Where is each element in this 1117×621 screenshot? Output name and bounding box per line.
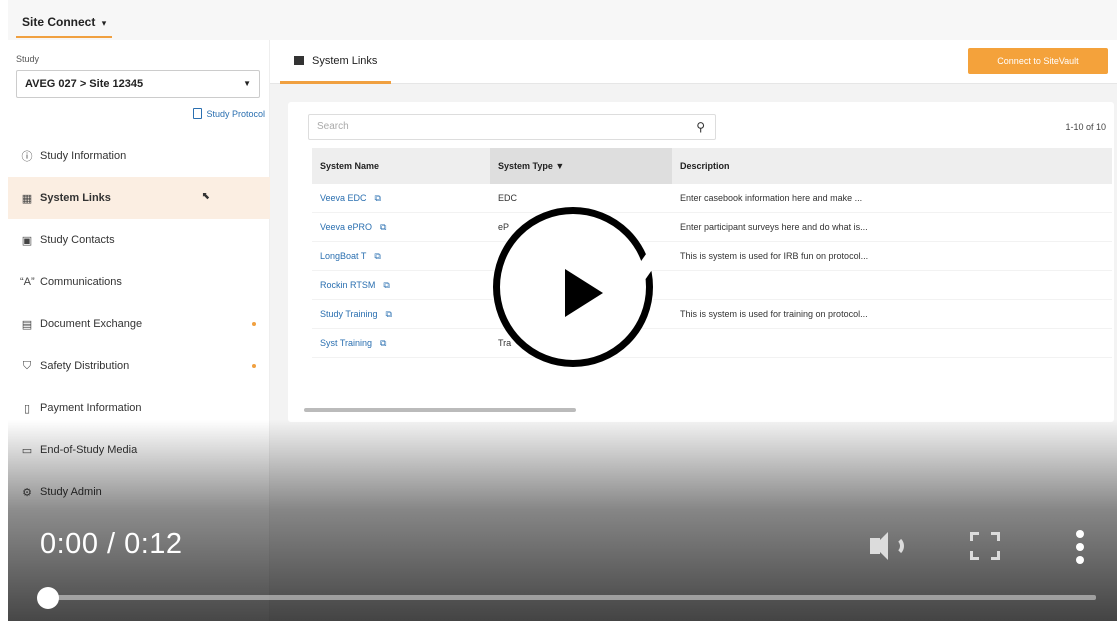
controls-gradient: [8, 420, 1117, 621]
sidebar-item-label: Communications: [40, 276, 122, 288]
description-cell: This is system is used for IRB fun on pr…: [680, 251, 869, 261]
speaker-cone: [874, 532, 888, 560]
fullscreen-corner: [991, 532, 1000, 541]
fullscreen-corner: [991, 551, 1000, 560]
tab-system-links[interactable]: System Links: [280, 40, 392, 84]
play-icon: [565, 269, 603, 317]
table-body: Veeva EDC ⧉ EDC Enter casebook information …: [312, 184, 1112, 358]
system-links-table: System Name System Type ▼ Description Ve…: [312, 148, 1112, 358]
fullscreen-icon[interactable]: [970, 532, 1000, 560]
system-name-link[interactable]: Study Training: [320, 309, 378, 319]
shield-icon: ⛉: [22, 359, 32, 372]
external-link-icon[interactable]: ⧉: [375, 193, 381, 203]
tab-bar: System Links Connect to SiteVault: [270, 40, 1117, 84]
search-icon[interactable]: ⚲: [696, 115, 705, 139]
more-options-icon[interactable]: [1074, 530, 1086, 564]
chevron-down-icon: ▾: [101, 18, 107, 28]
study-protocol-link[interactable]: Study Protocol: [193, 108, 265, 119]
sidebar-item-communications[interactable]: “A” Communications: [8, 261, 270, 303]
horizontal-scrollbar[interactable]: [304, 408, 576, 412]
document-icon: [193, 108, 203, 119]
fullscreen-corner: [970, 532, 979, 541]
system-name-cell: Syst Training ⧉: [312, 338, 490, 349]
description-cell: Enter participant surveys here and do wh…: [680, 222, 868, 232]
table-row: LongBoat T ⧉ This is system is used for IR…: [312, 242, 1112, 271]
sidebar-item-study-contacts[interactable]: ▣ Study Contacts: [8, 219, 270, 261]
site-connect-menu[interactable]: Site Connect ▾: [16, 8, 113, 38]
site-connect-label: Site Connect: [22, 15, 96, 29]
sidebar-item-safety-distribution[interactable]: ⛉ Safety Distribution: [8, 345, 270, 387]
system-name-cell: Rockin RTSM ⧉: [312, 280, 490, 291]
system-name-link[interactable]: Veeva ePRO: [320, 222, 372, 232]
system-name-cell: LongBoat T ⧉: [312, 251, 490, 262]
scrubber-handle[interactable]: [37, 587, 59, 609]
table-row: Veeva EDC ⧉ EDC Enter casebook information …: [312, 184, 1112, 213]
sidebar-item-system-links[interactable]: ▦ System Links ⬉: [8, 177, 270, 219]
table-row: Study Training ⧉ This is system is used fo…: [312, 300, 1112, 329]
column-header-system-name[interactable]: System Name: [312, 148, 490, 184]
sidebar-item-label: Study Information: [40, 150, 127, 162]
pagination-count: 1-10 of 10: [1065, 122, 1106, 132]
system-name-cell: Veeva EDC ⧉: [312, 193, 490, 204]
external-link-icon[interactable]: ⧉: [380, 338, 386, 348]
sidebar-item-label: Document Exchange: [40, 318, 143, 330]
cursor-icon: ⬉: [202, 191, 211, 202]
study-label: Study: [16, 54, 40, 64]
top-bar: Site Connect ▾: [8, 0, 1117, 40]
search-placeholder: Search: [317, 121, 349, 132]
external-link-icon[interactable]: ⧉: [374, 251, 380, 261]
progress-bar[interactable]: [48, 595, 1096, 600]
grid-icon: ▦: [21, 192, 33, 205]
menu-dot: [1076, 556, 1084, 564]
fullscreen-corner: [970, 551, 979, 560]
external-link-icon[interactable]: ⧉: [383, 280, 389, 290]
table-row: Syst Training ⧉ Tra: [312, 329, 1112, 358]
payment-icon: ▯: [23, 402, 31, 415]
system-links-panel: Search ⚲ 1-10 of 10 System Name System T…: [288, 102, 1114, 422]
table-header: System Name System Type ▼ Description: [312, 148, 1112, 184]
connect-to-sitevault-button[interactable]: Connect to SiteVault: [968, 48, 1108, 74]
system-name-link[interactable]: Syst Training: [320, 338, 372, 348]
notification-dot: [252, 322, 256, 326]
info-icon: ⓘ: [21, 151, 33, 163]
sound-wave: [890, 536, 904, 556]
time-display: 0:00 / 0:12: [40, 528, 183, 560]
system-name-cell: Study Training ⧉: [312, 309, 490, 320]
description-cell: This is system is used for training on p…: [680, 309, 868, 319]
sidebar-item-label: Payment Information: [40, 402, 142, 414]
table-row: Rockin RTSM ⧉: [312, 271, 1112, 300]
description-cell: Enter casebook information here and make…: [680, 193, 863, 203]
system-name-cell: Veeva ePRO ⧉: [312, 222, 490, 233]
external-link-icon[interactable]: ⧉: [386, 309, 392, 319]
sidebar-item-label: System Links: [40, 192, 111, 204]
study-protocol-label: Study Protocol: [206, 108, 265, 119]
menu-dot: [1076, 543, 1084, 551]
menu-dot: [1076, 530, 1084, 538]
external-link-icon[interactable]: ⧉: [380, 222, 386, 232]
system-name-link[interactable]: LongBoat T: [320, 251, 366, 261]
sidebar-item-study-information[interactable]: ⓘ Study Information: [8, 135, 270, 177]
notification-dot: [252, 364, 256, 368]
table-row: Veeva ePRO ⧉ eP Enter participant surveys h…: [312, 213, 1112, 242]
tab-label: System Links: [312, 54, 378, 67]
sidebar-item-document-exchange[interactable]: ▤ Document Exchange: [8, 303, 270, 345]
communications-icon: “A”: [20, 276, 35, 288]
study-select[interactable]: AVEG 027 > Site 12345 ▼: [16, 70, 260, 98]
study-select-value: AVEG 027 > Site 12345: [25, 78, 144, 90]
search-input[interactable]: Search ⚲: [308, 114, 716, 140]
document-icon: ▤: [21, 318, 33, 331]
column-header-system-type[interactable]: System Type ▼: [490, 148, 672, 184]
volume-icon[interactable]: [870, 530, 910, 562]
video-player[interactable]: Site Connect ▾ Study AVEG 027 > Site 123…: [8, 0, 1117, 621]
grid-icon: [294, 56, 304, 65]
sidebar-item-label: Safety Distribution: [40, 360, 130, 372]
play-button[interactable]: [493, 207, 666, 367]
system-name-link[interactable]: Veeva EDC: [320, 193, 367, 203]
column-header-description[interactable]: Description: [672, 148, 1112, 184]
chevron-down-icon: ▼: [243, 79, 251, 88]
sidebar-item-label: Study Contacts: [40, 234, 115, 246]
system-name-link[interactable]: Rockin RTSM: [320, 280, 375, 290]
system-type-cell: EDC: [498, 193, 518, 203]
contacts-icon: ▣: [21, 234, 33, 247]
